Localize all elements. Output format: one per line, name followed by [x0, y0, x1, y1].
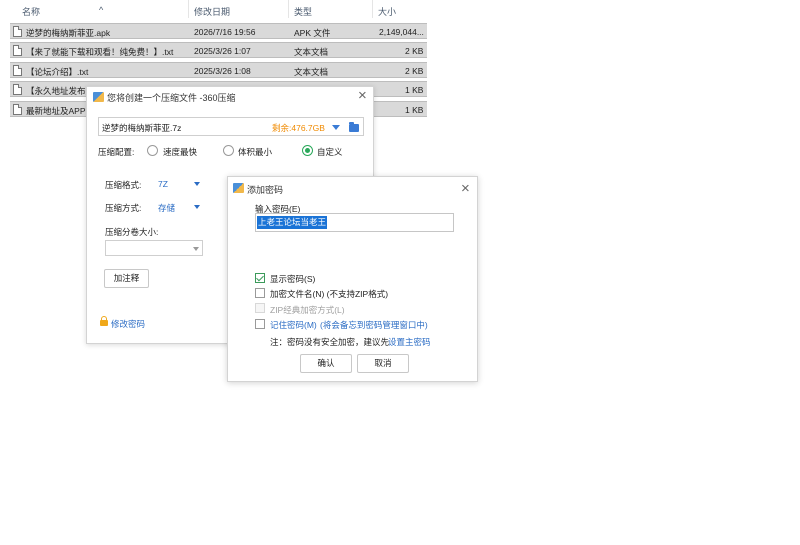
zip-classic-label: ZIP经典加密方式(L): [270, 305, 345, 315]
sort-ascending-icon: ^: [99, 5, 104, 15]
method-label: 压缩方式:: [105, 203, 142, 213]
chevron-down-icon[interactable]: [193, 247, 199, 251]
column-size[interactable]: 大小: [378, 5, 396, 18]
cancel-button[interactable]: 取消: [357, 354, 409, 373]
file-icon: [13, 45, 22, 56]
browse-folder-icon[interactable]: [349, 122, 359, 132]
encrypt-filenames-checkbox[interactable]: [255, 288, 265, 298]
security-note: 注：密码没有安全加密，建议先: [270, 337, 390, 347]
option-fastest-label[interactable]: 速度最快: [163, 146, 197, 158]
add-comment-button[interactable]: 加注释: [104, 269, 149, 288]
password-input[interactable]: 上老王论坛当老王: [255, 213, 454, 232]
file-type: 文本文档: [294, 67, 329, 77]
option-custom-label[interactable]: 自定义: [317, 146, 343, 158]
360zip-app-icon: [93, 92, 104, 102]
add-password-dialog: 添加密码 × 输入密码(E) 上老王论坛当老王 显示密码(S) 加密文件名(N)…: [227, 176, 478, 382]
format-label: 压缩格式:: [105, 180, 142, 190]
radio-fastest[interactable]: [147, 145, 158, 156]
show-password-label[interactable]: 显示密码(S): [270, 273, 315, 285]
radio-smallest[interactable]: [223, 145, 234, 156]
close-icon[interactable]: ×: [461, 181, 470, 196]
volume-size-combobox[interactable]: [105, 240, 203, 256]
remember-password-note: (将会备忘到密码管理窗口中): [320, 320, 428, 330]
file-modified: 2025/3/26 1:07: [194, 46, 251, 56]
show-password-checkbox[interactable]: [255, 273, 265, 283]
path-dropdown-icon[interactable]: [332, 125, 340, 130]
password-dialog-titlebar[interactable]: 添加密码 ×: [228, 177, 477, 197]
compress-dialog-titlebar[interactable]: 您将创建一个压缩文件 -360压缩 ×: [87, 87, 373, 107]
file-modified: 2025/3/26 1:08: [194, 66, 251, 76]
file-type: APK 文件: [294, 28, 331, 38]
config-label: 压缩配置:: [98, 147, 135, 157]
file-size: 2 KB: [405, 46, 424, 56]
file-name: 逆梦的梅纳斯菲亚.apk: [26, 28, 111, 38]
archive-path-field[interactable]: 逆梦的梅纳斯菲亚.7z 剩余:476.7GB: [98, 117, 364, 136]
lock-icon: [100, 316, 108, 326]
column-type[interactable]: 类型: [294, 5, 312, 18]
zip-classic-checkbox: [255, 303, 265, 313]
method-dropdown-icon[interactable]: [194, 205, 200, 209]
column-name[interactable]: 名称: [22, 5, 40, 18]
change-password-link[interactable]: 修改密码: [111, 318, 145, 330]
password-dialog-title: 添加密码: [247, 185, 284, 195]
format-select[interactable]: 7Z: [158, 179, 168, 189]
file-icon: [13, 104, 22, 115]
file-row[interactable]: 【论坛介绍】.txt 2025/3/26 1:08 文本文档 2 KB: [10, 62, 427, 78]
file-modified: 2026/7/16 19:56: [194, 27, 256, 37]
file-name: 最新地址及APP: [26, 106, 86, 116]
file-row[interactable]: 【来了就能下载和观看！纯免费！】.txt 2025/3/26 1:07 文本文档…: [10, 42, 427, 58]
radio-custom[interactable]: [302, 145, 313, 156]
set-master-password-link[interactable]: 设置主密码: [388, 336, 431, 348]
remember-password-checkbox[interactable]: [255, 319, 265, 329]
file-icon: [13, 84, 22, 95]
file-row[interactable]: 逆梦的梅纳斯菲亚.apk 2026/7/16 19:56 APK 文件 2,14…: [10, 23, 427, 39]
method-select[interactable]: 存储: [158, 202, 175, 214]
encrypt-filenames-label[interactable]: 加密文件名(N) (不支持ZIP格式): [270, 288, 388, 300]
file-size: 1 KB: [405, 85, 424, 95]
column-modified[interactable]: 修改日期: [194, 5, 230, 18]
file-name: 【论坛介绍】.txt: [26, 67, 89, 77]
close-icon[interactable]: ×: [358, 88, 367, 103]
password-text: 上老王论坛当老王: [257, 216, 328, 229]
column-header: ^ 名称 修改日期 类型 大小: [0, 0, 430, 18]
archive-filename: 逆梦的梅纳斯菲亚.7z: [102, 123, 182, 133]
file-icon: [13, 26, 22, 37]
file-icon: [13, 65, 22, 76]
file-size: 2,149,044...: [379, 27, 424, 37]
file-type: 文本文档: [294, 47, 329, 57]
volume-size-label: 压缩分卷大小:: [105, 227, 159, 237]
file-size: 1 KB: [405, 105, 424, 115]
remember-password-label[interactable]: 记住密码(M): [270, 319, 317, 331]
file-size: 2 KB: [405, 66, 424, 76]
file-name: 【永久地址发布】: [26, 86, 95, 96]
compress-dialog-title: 您将创建一个压缩文件 -360压缩: [107, 93, 236, 103]
option-smallest-label[interactable]: 体积最小: [238, 146, 272, 158]
free-space-label: 剩余:476.7GB: [272, 123, 325, 133]
ok-button[interactable]: 确认: [300, 354, 352, 373]
file-name: 【来了就能下载和观看！纯免费！】.txt: [26, 47, 174, 57]
format-dropdown-icon[interactable]: [194, 182, 200, 186]
360zip-app-icon: [233, 183, 244, 193]
